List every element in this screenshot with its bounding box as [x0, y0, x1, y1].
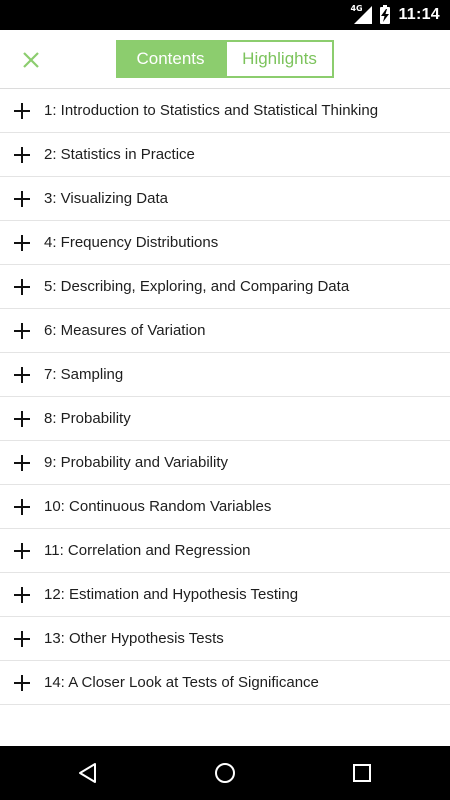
chapter-row[interactable]: 9: Probability and Variability [0, 441, 450, 485]
network-type: 4G [350, 4, 363, 13]
battery-icon [380, 4, 391, 24]
chapter-title: 2: Statistics in Practice [44, 146, 195, 163]
chapter-title: 7: Sampling [44, 366, 124, 383]
chapter-row[interactable]: 7: Sampling [0, 353, 450, 397]
status-time: 11:14 [398, 6, 440, 23]
chapter-title: 3: Visualizing Data [44, 190, 168, 207]
chapter-row[interactable]: 4: Frequency Distributions [0, 221, 450, 265]
chapter-row[interactable]: 8: Probability [0, 397, 450, 441]
chapter-row[interactable]: 13: Other Hypothesis Tests [0, 617, 450, 661]
chapter-title: 12: Estimation and Hypothesis Testing [44, 586, 299, 603]
chapter-title: 4: Frequency Distributions [44, 234, 219, 251]
home-circle-icon [215, 763, 235, 783]
plus-icon[interactable] [13, 410, 31, 428]
chapter-title: 6: Measures of Variation [44, 322, 206, 339]
plus-icon[interactable] [13, 454, 31, 472]
chapter-row[interactable]: 3: Visualizing Data [0, 177, 450, 221]
chapter-row[interactable]: 12: Estimation and Hypothesis Testing [0, 573, 450, 617]
tab-group: Contents Highlights [116, 40, 334, 78]
plus-icon[interactable] [13, 498, 31, 516]
chapter-row[interactable]: 6: Measures of Variation [0, 309, 450, 353]
signal-icon: 4G [350, 4, 373, 24]
back-triangle-icon [79, 763, 96, 783]
plus-icon[interactable] [13, 146, 31, 164]
recents-button[interactable] [350, 761, 374, 785]
back-button[interactable] [76, 761, 100, 785]
chapter-list: 1: Introduction to Statistics and Statis… [0, 89, 450, 705]
chapter-title: 9: Probability and Variability [44, 454, 228, 471]
chapter-title: 5: Describing, Exploring, and Comparing … [44, 278, 350, 295]
recents-square-icon [353, 764, 371, 782]
chapter-title: 14: A Closer Look at Tests of Significan… [44, 674, 319, 691]
plus-icon[interactable] [13, 674, 31, 692]
plus-icon[interactable] [13, 190, 31, 208]
chapter-row[interactable]: 14: A Closer Look at Tests of Significan… [0, 661, 450, 705]
header: Contents Highlights [0, 30, 450, 89]
chapter-title: 1: Introduction to Statistics and Statis… [44, 102, 379, 119]
plus-icon[interactable] [13, 542, 31, 560]
plus-icon[interactable] [13, 102, 31, 120]
plus-icon[interactable] [13, 586, 31, 604]
home-button[interactable] [213, 761, 237, 785]
chapter-row[interactable]: 11: Correlation and Regression [0, 529, 450, 573]
plus-icon[interactable] [13, 278, 31, 296]
chapter-title: 11: Correlation and Regression [44, 542, 251, 559]
close-button[interactable] [18, 47, 44, 73]
chapter-title: 13: Other Hypothesis Tests [44, 630, 224, 647]
chapter-row[interactable]: 2: Statistics in Practice [0, 133, 450, 177]
chapter-title: 10: Continuous Random Variables [44, 498, 272, 515]
chapter-title: 8: Probability [44, 410, 131, 427]
close-icon [23, 52, 39, 68]
plus-icon[interactable] [13, 630, 31, 648]
plus-icon[interactable] [13, 322, 31, 340]
chapter-row[interactable]: 5: Describing, Exploring, and Comparing … [0, 265, 450, 309]
status-bar: 4G 11:14 [0, 0, 450, 30]
tab-contents[interactable]: Contents [116, 40, 225, 78]
navigation-bar [0, 746, 450, 800]
chapter-row[interactable]: 10: Continuous Random Variables [0, 485, 450, 529]
tab-highlights[interactable]: Highlights [225, 40, 334, 78]
chapter-row[interactable]: 1: Introduction to Statistics and Statis… [0, 89, 450, 133]
plus-icon[interactable] [13, 366, 31, 384]
status-icons: 4G 11:14 [350, 0, 440, 30]
plus-icon[interactable] [13, 234, 31, 252]
